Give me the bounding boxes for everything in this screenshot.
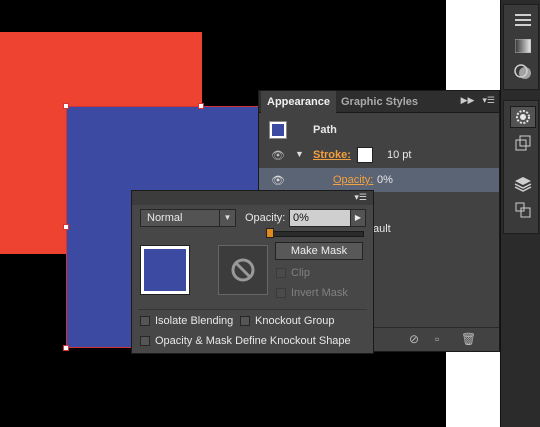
stroke-opacity-row[interactable]: 👁 Opacity: 0% — [259, 168, 499, 192]
define-knockout-checkbox[interactable] — [140, 336, 150, 346]
path-label: Path — [313, 124, 337, 136]
stroke-row[interactable]: 👁 ▼ Stroke: 10 pt — [259, 143, 499, 167]
menu-icon[interactable] — [510, 9, 536, 31]
opacity-link[interactable]: Opacity: — [333, 174, 373, 186]
knockout-group-label: Knockout Group — [255, 315, 335, 327]
divider — [138, 309, 367, 310]
mask-thumbnail — [218, 245, 268, 295]
appearance-icon[interactable] — [510, 106, 536, 128]
selection-handle-top-left[interactable] — [63, 103, 69, 109]
selection-handle-middle-left[interactable] — [63, 224, 69, 230]
opacity-slider-thumb[interactable] — [266, 228, 274, 238]
define-knockout-label: Opacity & Mask Define Knockout Shape — [155, 335, 351, 347]
clip-checkbox[interactable] — [276, 268, 286, 278]
chevron-down-icon: ▼ — [219, 210, 235, 226]
isolate-blending-checkbox[interactable] — [140, 316, 150, 326]
tabbar-controls: ▶▶ ▾☰ — [461, 95, 495, 109]
artboards-icon[interactable] — [510, 199, 536, 221]
clear-appearance-icon[interactable]: ⊘ — [409, 332, 419, 346]
appearance-tabbar: Appearance Graphic Styles ▶▶ ▾☰ — [259, 91, 499, 113]
no-mask-icon — [231, 258, 255, 282]
stroke-color-swatch[interactable] — [357, 147, 373, 163]
panel-dock — [500, 0, 540, 427]
opacity-label: Opacity: — [245, 212, 286, 224]
stroke-weight-value[interactable]: 10 pt — [387, 149, 411, 161]
opacity-slider-toggle[interactable]: ▶ — [350, 209, 366, 227]
object-thumbnail — [140, 245, 190, 295]
path-row[interactable]: Path — [259, 115, 499, 143]
gradient-icon[interactable] — [510, 35, 536, 57]
invert-mask-checkbox[interactable] — [276, 288, 286, 298]
selection-handle-top-center[interactable] — [198, 103, 204, 109]
opacity-input[interactable]: 0% — [289, 209, 351, 227]
collapse-panel-icon[interactable]: ▶▶ — [461, 95, 475, 109]
isolate-blending-label: Isolate Blending — [155, 315, 234, 327]
knockout-group-checkbox[interactable] — [240, 316, 250, 326]
invert-mask-label: Invert Mask — [291, 287, 348, 299]
eye-icon[interactable]: 👁 — [271, 149, 285, 162]
selection-handle-bottom-left[interactable] — [63, 345, 69, 351]
transparency-titlebar: ▾☰ — [132, 191, 373, 205]
layers-icon[interactable] — [510, 173, 536, 195]
panel-menu-icon[interactable]: ▾☰ — [482, 95, 495, 109]
clip-label: Clip — [291, 267, 310, 279]
blend-mode-dropdown[interactable]: Normal ▼ — [140, 209, 236, 227]
trash-icon[interactable]: 🗑 — [461, 332, 476, 346]
tab-appearance[interactable]: Appearance — [261, 91, 336, 113]
duplicate-item-icon[interactable]: ▫ — [435, 332, 439, 346]
tab-graphic-styles[interactable]: Graphic Styles — [335, 91, 424, 113]
dock-group-top — [503, 4, 539, 90]
make-mask-button[interactable]: Make Mask — [275, 242, 363, 260]
blend-mode-value: Normal — [147, 212, 183, 224]
shape-builder-icon[interactable] — [510, 61, 536, 83]
dock-group-bottom — [503, 100, 539, 234]
opacity-slider-track[interactable] — [266, 231, 364, 237]
transparency-panel: ▾☰ Normal ▼ Opacity: 0% ▶ Make Mask Clip… — [131, 190, 374, 354]
eye-icon[interactable]: 👁 — [271, 174, 285, 187]
disclosure-triangle-icon[interactable]: ▼ — [295, 149, 304, 159]
panel-menu-icon[interactable]: ▾☰ — [354, 192, 367, 203]
default-transparency-text: ault — [373, 223, 391, 235]
transparency-icon[interactable] — [510, 132, 536, 154]
path-thumbnail — [269, 121, 287, 139]
opacity-value: 0% — [377, 174, 393, 186]
stroke-link[interactable]: Stroke: — [313, 149, 351, 161]
